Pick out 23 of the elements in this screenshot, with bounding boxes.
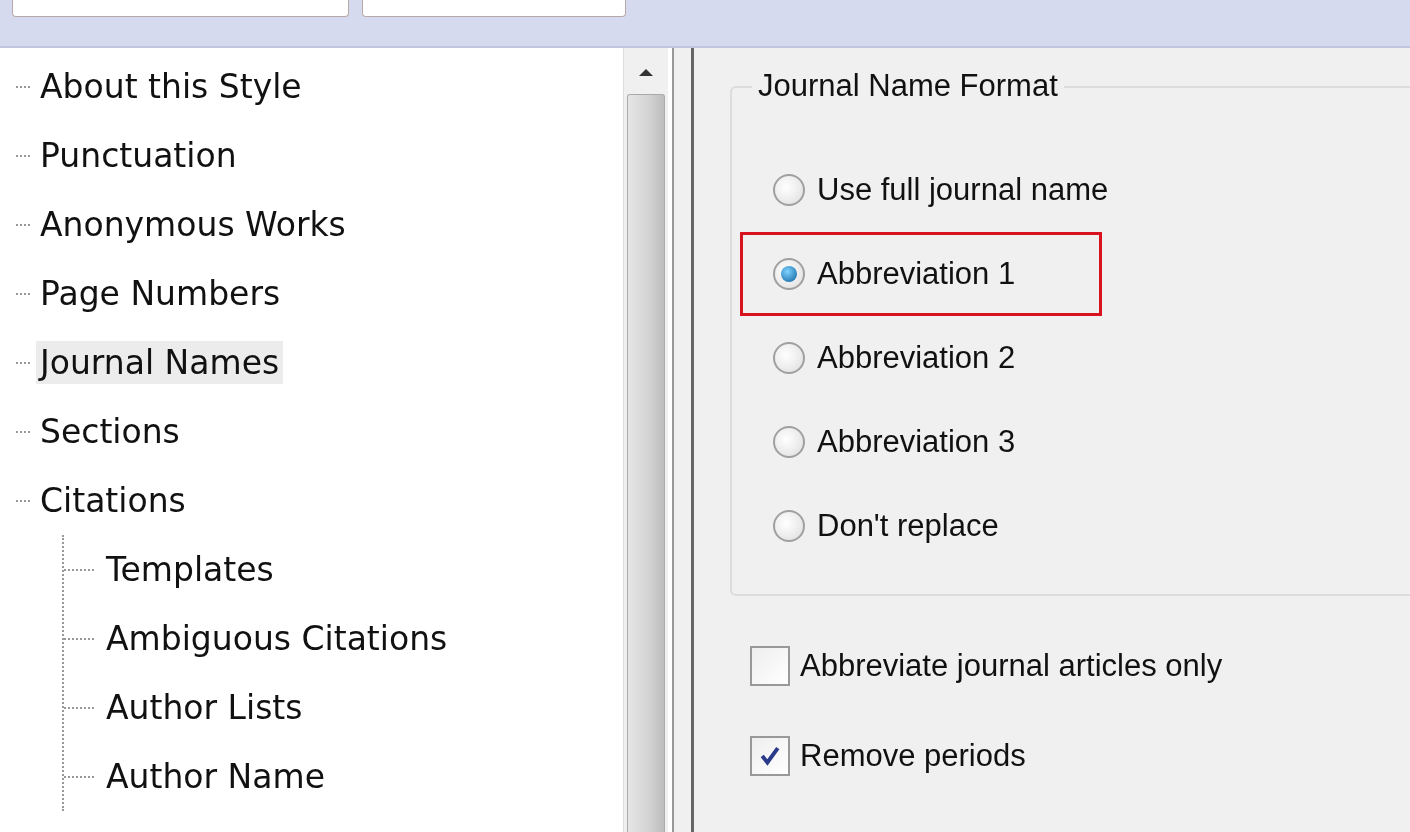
- tree-item[interactable]: About this Style: [36, 65, 306, 108]
- checkbox-option[interactable]: Remove periods: [750, 734, 1410, 778]
- radio-option[interactable]: Abbreviation 2: [773, 340, 1016, 376]
- tree-item[interactable]: Author Lists: [102, 686, 307, 729]
- tree-item[interactable]: Author Name: [102, 755, 329, 798]
- text-field[interactable]: [12, 0, 349, 17]
- tree-item[interactable]: Anonymous Works: [36, 203, 350, 246]
- radio-option[interactable]: Don't replace: [773, 508, 999, 544]
- tree-item[interactable]: Journal Names: [36, 341, 284, 384]
- text-field[interactable]: [362, 0, 626, 17]
- tree-item[interactable]: Citations: [36, 479, 190, 522]
- checkbox-option[interactable]: Abbreviate journal articles only: [750, 644, 1410, 688]
- tree-item[interactable]: Sections: [36, 410, 184, 453]
- radio-option[interactable]: Abbreviation 3: [773, 424, 1016, 460]
- splitter[interactable]: [672, 48, 694, 832]
- scrollbar[interactable]: [623, 48, 668, 832]
- tree-item[interactable]: Page Numbers: [36, 272, 285, 315]
- radio-option[interactable]: Use full journal name: [773, 172, 1109, 208]
- tree-item[interactable]: Templates: [102, 548, 278, 591]
- tree-item[interactable]: Ambiguous Citations: [102, 617, 452, 660]
- tree-item[interactable]: Punctuation: [36, 134, 241, 177]
- scrollbar-thumb[interactable]: [627, 94, 665, 832]
- radio-option[interactable]: Abbreviation 1: [773, 256, 1016, 292]
